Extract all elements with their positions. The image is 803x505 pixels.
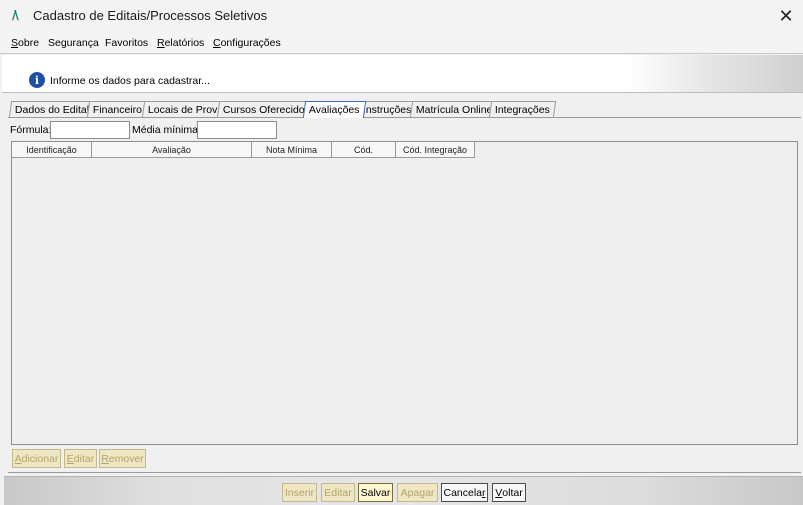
info-message: Informe os dados para cadastrar...	[50, 75, 210, 87]
grid-editar-button[interactable]: Editar	[64, 449, 97, 468]
menu-configuracoes[interactable]: Configurações	[213, 37, 281, 49]
col-cod[interactable]: Cód.	[332, 142, 396, 158]
title-bar: /\ Cadastro de Editais/Processos Seletiv…	[0, 0, 803, 32]
close-icon: ✕	[778, 5, 794, 27]
app-logo-icon: /\	[12, 8, 19, 22]
col-nota-minima[interactable]: Nota Mínima	[252, 142, 332, 158]
adicionar-button[interactable]: Adicionar	[12, 449, 61, 468]
inserir-button[interactable]: Inserir	[282, 483, 317, 502]
tab-dados-do-edital[interactable]: Dados do Edital	[8, 101, 96, 118]
menu-bar: Sobre Segurança Favoritos Relatórios Con…	[0, 32, 803, 54]
formula-input[interactable]	[50, 121, 130, 139]
media-minima-input[interactable]	[197, 121, 277, 139]
footer-editar-button[interactable]: Editar	[321, 483, 355, 502]
media-minima-label: Média mínima:	[132, 124, 201, 136]
apagar-button[interactable]: Apagar	[397, 483, 438, 502]
cancelar-button[interactable]: Cancela r	[441, 483, 488, 502]
col-identificacao[interactable]: Identificação	[12, 142, 92, 158]
tab-matricula-online[interactable]: Matrícula Online	[409, 101, 499, 118]
grid-header: Identificação Avaliação Nota Mínima Cód.…	[12, 142, 475, 158]
info-icon: i	[29, 72, 45, 88]
col-cod-integracao[interactable]: Cód. Integração	[396, 142, 475, 158]
tab-instrucoes[interactable]: Instruções	[356, 101, 418, 118]
menu-sobre[interactable]: Sobre	[11, 37, 39, 49]
voltar-button[interactable]: Voltar	[492, 483, 526, 502]
tab-cursos-oferecidos[interactable]: Cursos Oferecidos	[216, 101, 317, 118]
tab-divider	[8, 117, 801, 118]
menu-relatorios[interactable]: Relatórios	[157, 37, 204, 49]
window-title: Cadastro de Editais/Processos Seletivos	[33, 8, 268, 23]
menu-seguranca[interactable]: Segurança	[48, 37, 99, 49]
col-avaliacao[interactable]: Avaliação	[92, 142, 252, 158]
tab-financeiro[interactable]: Financeiro	[86, 101, 149, 118]
tab-avaliacoes[interactable]: Avaliações	[302, 101, 366, 118]
remover-button[interactable]: Remover	[99, 449, 146, 468]
close-button[interactable]: ✕	[769, 0, 803, 32]
info-banner: i Informe os dados para cadastrar...	[2, 55, 803, 93]
menu-favoritos[interactable]: Favoritos	[105, 37, 148, 49]
tab-integracoes[interactable]: Integrações	[488, 101, 557, 118]
panel-border	[8, 472, 801, 473]
formula-label: Fórmula:	[10, 124, 52, 136]
avaliacoes-grid[interactable]: Identificação Avaliação Nota Mínima Cód.…	[11, 141, 798, 445]
salvar-button[interactable]: Salvar	[358, 483, 393, 502]
